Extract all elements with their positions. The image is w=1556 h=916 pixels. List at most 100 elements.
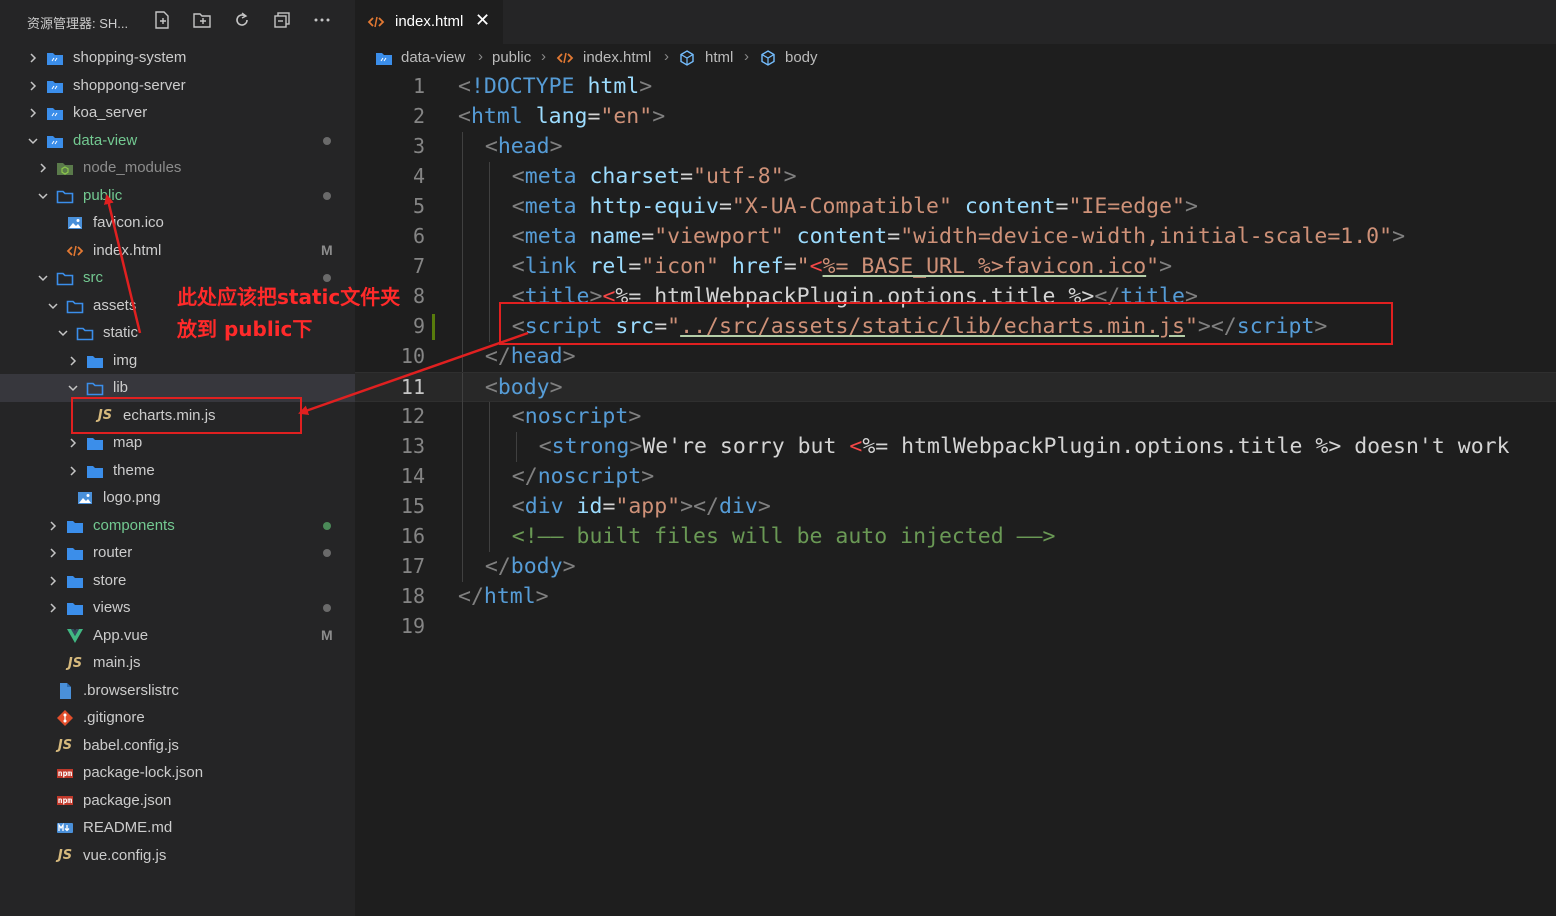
breadcrumb-item[interactable]: index.html [583,49,651,66]
code-token: = [602,494,616,519]
code-line[interactable]: 17 </body> [355,552,1556,582]
chevron-down-icon[interactable] [56,326,70,340]
chevron-right-icon[interactable] [46,546,60,560]
line-number: 4 [412,164,425,188]
chevron-right-icon[interactable] [26,79,40,93]
tree-item[interactable]: .browserslistrc [0,677,355,705]
chevron-right-icon[interactable] [36,161,50,175]
code-text: <head> [485,134,563,159]
breadcrumb-item[interactable]: html [705,49,733,66]
collapse-all-icon[interactable] [272,10,292,30]
tree-item[interactable]: npm package.json [0,787,355,815]
tree-item[interactable]: index.html M [0,237,355,265]
code-token: meta [524,164,577,189]
code-token: > [641,464,655,489]
tree-item-label: index.html [93,241,162,259]
more-icon[interactable] [312,10,332,30]
indent-guide [488,312,490,342]
code-token: = [783,254,797,279]
chevron-down-icon[interactable] [36,271,50,285]
tree-item-label: assets [93,296,137,314]
tree-item[interactable]: README.md [0,814,355,842]
breadcrumb-item[interactable]: body [785,49,818,66]
breadcrumb-item[interactable]: public [492,49,531,66]
explorer-title: 资源管理器: SH... [27,16,129,31]
new-file-icon[interactable] [152,10,172,30]
code-line[interactable]: 12 <noscript> [355,402,1556,432]
code-line[interactable]: 15 <div id="app"></div> [355,492,1556,522]
git-modified-badge: M [321,626,333,643]
code-token: </ [484,344,511,369]
tree-item[interactable]: JS babel.config.js [0,732,355,760]
tree-item[interactable]: App.vue M [0,622,355,650]
code-line[interactable]: 10 </head> [355,342,1556,372]
tree-item[interactable]: router [0,539,355,567]
chevron-right-icon[interactable] [66,436,80,450]
chevron-right-icon[interactable] [46,519,60,533]
indent-guide [462,252,463,282]
tree-item[interactable]: components [0,512,355,540]
tree-item[interactable]: JS main.js [0,649,355,677]
code-line[interactable]: 6 <meta name="viewport" content="width=de… [355,222,1556,252]
chevron-down-icon[interactable] [36,189,50,203]
tree-item[interactable]: shoppong-server [0,72,355,100]
chevron-right-icon[interactable] [66,354,80,368]
chevron-right-icon[interactable] [46,601,60,615]
line-number: 13 [400,434,425,458]
tree-item[interactable]: shopping-system [0,44,355,72]
chevron-right-icon[interactable] [26,106,40,120]
file-tree: shopping-system shoppong-server koa_server… [0,44,355,869]
code-line[interactable]: 13 <strong>We're sorry but <%= htmlWebpac… [355,432,1556,462]
tree-item[interactable]: public [0,182,355,210]
tree-item[interactable]: koa_server [0,99,355,127]
code-token: html [470,104,523,129]
close-icon[interactable]: ✕ [475,10,490,31]
chevron-right-icon[interactable] [66,464,80,478]
code-editor[interactable]: 1 <!DOCTYPE html> 2 <html lang="en"> 3 <head>… [355,72,1556,916]
tree-item[interactable]: views [0,594,355,622]
chevron-down-icon[interactable] [46,299,60,313]
folder-icon [66,572,84,590]
tree-item[interactable]: data-view [0,127,355,155]
code-token: div [718,494,758,519]
chevron-right-icon[interactable] [46,574,60,588]
code-line[interactable]: 1 <!DOCTYPE html> [355,72,1556,102]
code-line[interactable]: 16 <!—— built files will be auto injected… [355,522,1556,552]
tree-item[interactable]: store [0,567,355,595]
npm-file-icon: npm [56,768,74,778]
code-line[interactable]: 2 <html lang="en"> [355,102,1556,132]
tree-item[interactable]: .gitignore [0,704,355,732]
breadcrumb-item[interactable]: data-view [401,49,465,66]
code-token: http-equiv [589,194,719,219]
tree-item[interactable]: theme [0,457,355,485]
code-text: <body> [485,375,563,400]
code-line[interactable]: 4 <meta charset="utf-8"> [355,162,1556,192]
code-line[interactable]: 19 [355,612,1556,642]
tree-item[interactable]: npm package-lock.json [0,759,355,787]
tree-item[interactable]: favicon.ico [0,209,355,237]
vue-file-icon [66,627,84,645]
tree-item[interactable]: JS vue.config.js [0,842,355,870]
code-line[interactable]: 5 <meta http-equiv="X-UA-Compatible" cont… [355,192,1556,222]
code-line[interactable]: 3 <head> [355,132,1556,162]
tab-index-html[interactable]: index.html ✕ [355,0,503,44]
tree-item[interactable]: img [0,347,355,375]
new-folder-icon[interactable] [192,10,212,30]
refresh-icon[interactable] [232,10,252,30]
tree-item[interactable]: logo.png [0,484,355,512]
symbol-element-icon [759,49,777,67]
chevron-down-icon[interactable] [66,381,80,395]
code-line[interactable]: 11 <body> [355,372,1556,403]
chevron-down-icon[interactable] [26,134,40,148]
code-line[interactable]: 18 </html> [355,582,1556,612]
code-line[interactable]: 7 <link rel="icon" href="<%= BASE_URL %>f… [355,252,1556,282]
chevron-right-icon[interactable] [26,51,40,65]
code-token: html [587,74,640,99]
code-token: = [680,164,694,189]
code-line[interactable]: 14 </noscript> [355,462,1556,492]
folder-project-icon [46,77,64,95]
code-token: < [809,254,823,279]
html-file-icon [556,49,574,67]
code-token: </ [511,464,538,489]
tree-item[interactable]: node_modules [0,154,355,182]
